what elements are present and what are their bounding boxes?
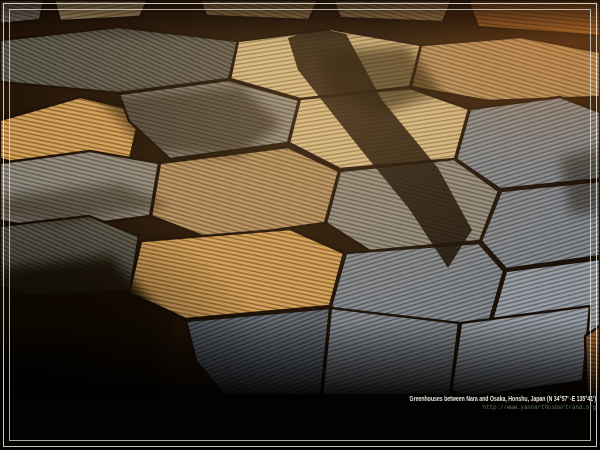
aerial-photo [0,0,600,450]
bottom-black-band [0,394,600,450]
wallpaper: Greenhouses between Nara and Osaka, Hons… [0,0,600,450]
bottom-fade-overlay [0,320,600,396]
